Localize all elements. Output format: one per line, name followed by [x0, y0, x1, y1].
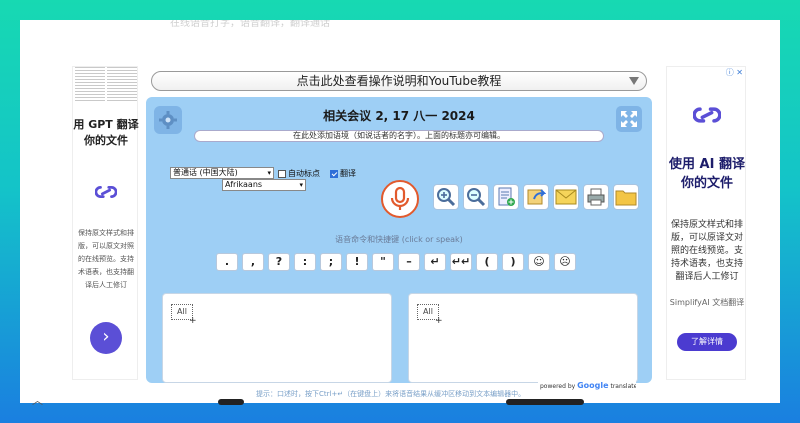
checkbox-icon — [278, 169, 286, 178]
newline-button[interactable]: ↵ — [424, 253, 446, 271]
ad-left-headline: 用 GPT 翻译你的文件 — [73, 118, 139, 147]
ad-learn-more-button[interactable]: 了解详情 — [677, 333, 737, 351]
email-button[interactable] — [553, 184, 579, 210]
ad-left-thumbnail — [75, 67, 137, 101]
smiley-button[interactable]: ☺ — [528, 253, 550, 271]
chevron-down-icon — [629, 77, 639, 85]
punct-open-paren-button[interactable]: ( — [476, 253, 498, 271]
microphone-button[interactable] — [381, 180, 419, 218]
punct-comma-button[interactable]: , — [242, 253, 264, 271]
bottom-bar-fragment — [506, 399, 584, 405]
expand-icon — [621, 111, 637, 127]
adchoices-icon[interactable]: ⓘ ✕ — [726, 67, 743, 78]
page: 在线语音打字，语音翻译，翻译通话 用 GPT 翻译你的文件 保持原文样式和排版，… — [20, 20, 780, 403]
chevron-up-icon[interactable]: ︿ — [32, 392, 43, 408]
source-language-value: 普通话 (中国大陆) — [173, 168, 238, 177]
zoom-in-icon — [437, 188, 456, 207]
powered-by-label: powered by — [540, 383, 576, 390]
envelope-icon — [555, 189, 577, 205]
simplify-logo-icon — [95, 186, 117, 198]
ad-right-body: 保持原文样式和排版，可以原译文对照的在线预览。支持术语表，也支持翻译后人工修订 — [670, 220, 743, 282]
zoom-out-icon — [467, 188, 486, 207]
punct-close-paren-button[interactable]: ) — [502, 253, 524, 271]
bottom-bar-fragment — [218, 399, 244, 405]
voice-commands-label: 语音命令和快捷键 (click or speak) — [335, 235, 463, 244]
new-document-icon — [498, 187, 515, 206]
session-title[interactable]: 相关会议 2, 17 八一 2024 — [146, 107, 652, 124]
share-button[interactable] — [523, 184, 549, 210]
translated-text-editor[interactable]: All + — [408, 293, 638, 383]
source-language-select[interactable]: 普通话 (中国大陆) ▾ — [170, 167, 274, 179]
ad-right-brand-name: SimplifyAI 文档翻译 — [669, 298, 745, 307]
ad-right[interactable]: ⓘ ✕ 使用 AI 翻译你的文件 保持原文样式和排版，可以原译文对照的在线预览。… — [666, 66, 746, 380]
simplify-logo-icon — [693, 107, 721, 123]
punct-question-button[interactable]: ? — [268, 253, 290, 271]
source-text-editor[interactable]: All + — [162, 293, 392, 383]
google-logo: Google — [577, 381, 609, 390]
chevron-down-icon: ▾ — [299, 181, 303, 189]
open-folder-button[interactable] — [613, 184, 639, 210]
checkbox-checked-icon — [330, 169, 338, 178]
context-input[interactable]: 在此处添加语境（如说话者的名字）。上面的标题亦可编辑。 — [194, 130, 604, 142]
tip-text: 提示：口述时，按下Ctrl+↵（在键盘上）来将语音结果从缓冲区移动到文本编辑器中… — [256, 390, 526, 398]
auto-punct-checkbox[interactable]: 自动标点 — [278, 168, 320, 179]
punct-period-button[interactable]: . — [216, 253, 238, 271]
add-icon: + — [189, 316, 197, 326]
instructions-label: 点击此处查看操作说明和YouTube教程 — [296, 74, 502, 88]
translate-label: 翻译 — [340, 169, 356, 178]
add-icon: + — [435, 316, 443, 326]
fullscreen-button[interactable] — [616, 106, 642, 132]
new-document-button[interactable] — [493, 184, 519, 210]
translate-label: translate — [610, 383, 636, 390]
printer-icon — [587, 188, 605, 206]
punctuation-toolbar: . , ? : ; ! " – ↵ ↵↵ ( ) ☺ ☹ — [216, 253, 576, 271]
folder-icon — [615, 190, 637, 206]
new-paragraph-button[interactable]: ↵↵ — [450, 253, 472, 271]
dictation-panel: 相关会议 2, 17 八一 2024 在此处添加语境（如说话者的名字）。上面的标… — [146, 97, 652, 398]
frown-button[interactable]: ☹ — [554, 253, 576, 271]
faded-top-text: 在线语音打字，语音翻译，翻译通话 — [170, 20, 330, 29]
ad-right-headline: 使用 AI 翻译你的文件 — [669, 157, 745, 191]
punct-colon-button[interactable]: : — [294, 253, 316, 271]
powered-by-google-translate[interactable]: powered by Google translate — [538, 380, 636, 392]
punct-quote-button[interactable]: " — [372, 253, 394, 271]
punct-semicolon-button[interactable]: ; — [320, 253, 342, 271]
target-language-select[interactable]: Afrikaans ▾ — [222, 179, 306, 191]
ad-left[interactable]: 用 GPT 翻译你的文件 保持原文样式和排版，可以原文对照的在线预览。支持术语表… — [72, 66, 139, 380]
ad-left-body: 保持原文样式和排版，可以原文对照的在线预览。支持术语表，也支持翻译后人工修订 — [78, 229, 134, 289]
chevron-down-icon: ▾ — [267, 169, 271, 177]
instructions-toggle[interactable]: 点击此处查看操作说明和YouTube教程 — [151, 71, 647, 91]
punct-dash-button[interactable]: – — [398, 253, 420, 271]
zoom-out-button[interactable] — [463, 184, 489, 210]
target-language-value: Afrikaans — [225, 180, 263, 189]
auto-punct-label: 自动标点 — [288, 169, 320, 178]
punct-exclamation-button[interactable]: ! — [346, 253, 368, 271]
zoom-in-button[interactable] — [433, 184, 459, 210]
translate-checkbox[interactable]: 翻译 — [330, 168, 356, 179]
microphone-icon — [390, 186, 410, 210]
ad-next-button[interactable]: › — [90, 322, 122, 354]
share-icon — [527, 189, 546, 205]
print-button[interactable] — [583, 184, 609, 210]
